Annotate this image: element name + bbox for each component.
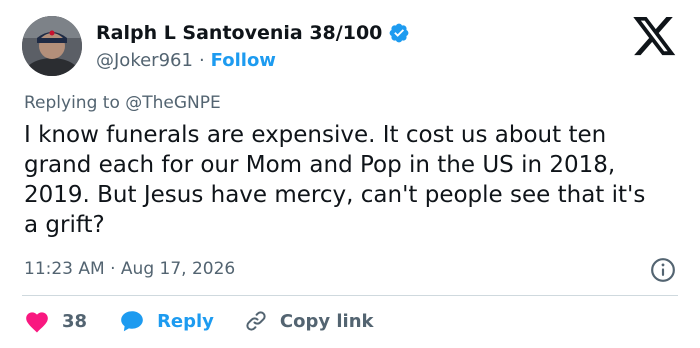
author-handle[interactable]: @Joker961 — [96, 50, 193, 71]
timestamp-separator: · — [110, 259, 116, 279]
replying-to-mention[interactable]: @TheGNPE — [125, 93, 221, 113]
reply-bubble-icon — [121, 311, 143, 332]
replying-to: Replying to @TheGNPE — [24, 93, 221, 113]
tweet-time: 11:23 AM — [24, 259, 105, 279]
like-button[interactable]: 38 — [24, 309, 87, 333]
author-name[interactable]: Ralph L Santovenia 38/100 — [96, 22, 382, 44]
separator-dot: · — [198, 49, 205, 71]
avatar[interactable] — [22, 16, 82, 76]
heart-icon — [26, 312, 48, 333]
reply-label: Reply — [157, 310, 214, 332]
tweet-date: Aug 17, 2026 — [120, 259, 236, 279]
avatar-image — [22, 16, 82, 76]
author-handle-row: @Joker961 · Follow — [96, 48, 276, 72]
tweet-timestamp[interactable]: 11:23 AM · Aug 17, 2026 — [24, 259, 235, 279]
link-icon — [246, 311, 266, 331]
like-count: 38 — [62, 310, 88, 332]
copy-link-label: Copy link — [279, 310, 374, 332]
copy-link-button[interactable]: Copy link — [244, 309, 374, 333]
x-logo-icon[interactable] — [633, 17, 677, 57]
reply-button[interactable]: Reply — [119, 309, 214, 333]
action-bar: 38 Reply Copy link — [24, 307, 374, 335]
tweet-text: I know funerals are expensive. It cost u… — [24, 122, 646, 238]
author-name-row: Ralph L Santovenia 38/100 — [96, 20, 410, 46]
follow-button[interactable]: Follow — [211, 50, 276, 71]
info-icon[interactable] — [650, 257, 676, 283]
divider — [22, 295, 678, 296]
replying-to-prefix: Replying to — [24, 93, 120, 113]
verified-badge-icon — [389, 23, 409, 43]
